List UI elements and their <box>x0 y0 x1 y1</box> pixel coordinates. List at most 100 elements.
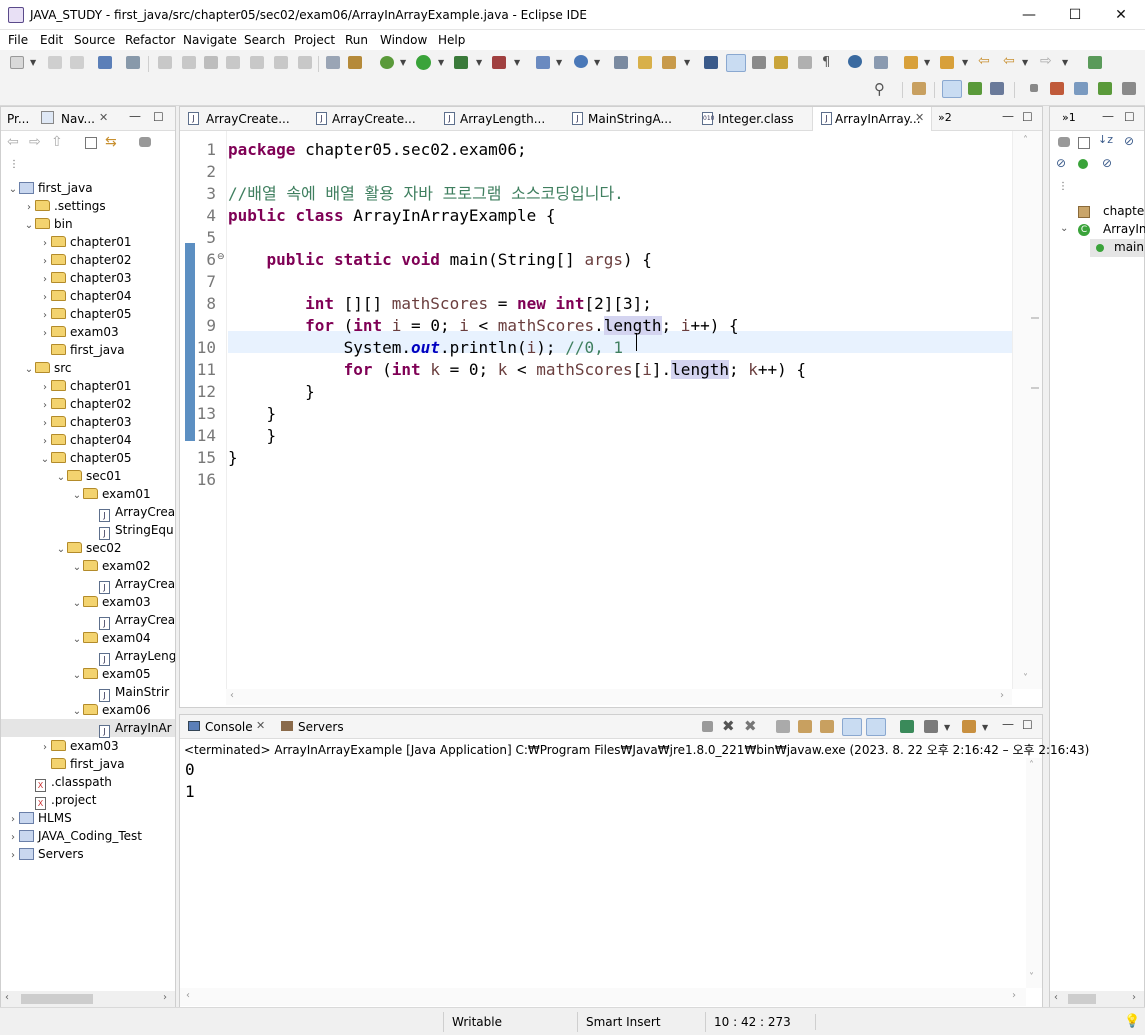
hide-static-icon[interactable]: ⊘ <box>1056 156 1066 170</box>
code-line[interactable]: package chapter05.sec02.exam06; <box>228 139 527 161</box>
menu-navigate[interactable]: Navigate <box>183 33 237 47</box>
horizontal-scrollbar[interactable]: ‹ › <box>180 988 1026 1006</box>
chevron-down-icon[interactable]: ▼ <box>1022 58 1028 67</box>
status-insert-mode[interactable]: Smart Insert <box>577 1012 705 1032</box>
scrollbar-thumb[interactable] <box>1068 994 1096 1004</box>
new-icon[interactable] <box>10 56 24 69</box>
code-line[interactable]: int [][] mathScores = new int[2][3]; <box>228 293 652 315</box>
grid-icon[interactable] <box>1122 82 1136 95</box>
minimize-view-icon[interactable]: — <box>129 109 141 123</box>
hide-fields-icon[interactable]: ⊘ <box>1124 134 1134 148</box>
code-line[interactable]: } <box>228 447 238 469</box>
chevron-down-icon[interactable]: ▼ <box>962 58 968 67</box>
layout-icon[interactable] <box>1074 82 1088 95</box>
sort-icon[interactable]: ↓z <box>1098 133 1113 146</box>
disconnect-icon[interactable] <box>226 56 240 69</box>
tree-item[interactable]: › chapter02 <box>1 251 175 269</box>
tree-item[interactable]: › chapter01 <box>1 233 175 251</box>
hide-local-types-icon[interactable]: ⊘ <box>1102 156 1112 170</box>
tab-navigator[interactable]: Nav... <box>61 108 95 130</box>
tab-servers[interactable]: Servers <box>298 716 344 738</box>
menu-file[interactable]: File <box>8 33 28 47</box>
tree-item[interactable]: ⌄ sec02 <box>1 539 175 557</box>
step-over-icon[interactable] <box>274 56 288 69</box>
terminate-icon[interactable] <box>702 721 713 732</box>
use-step-filters-icon[interactable] <box>326 56 340 69</box>
tree-item[interactable]: J MainStrir <box>1 683 175 702</box>
restore-icon[interactable] <box>1030 84 1038 92</box>
menu-refactor[interactable]: Refactor <box>125 33 175 47</box>
chevron-down-icon[interactable]: ▼ <box>556 58 562 67</box>
show-whitespace-icon[interactable] <box>798 56 812 69</box>
scroll-left-icon[interactable]: ‹ <box>230 690 234 701</box>
tree-item[interactable]: J ArrayLeng <box>1 647 175 666</box>
chevron-down-icon[interactable]: ▼ <box>514 58 520 67</box>
close-icon[interactable]: ✕ <box>915 111 924 124</box>
tree-item[interactable]: ⌄ exam04 <box>1 629 175 647</box>
status-cursor-position[interactable]: 10 : 42 : 273 <box>705 1012 815 1032</box>
new-java-project-icon[interactable] <box>536 56 550 69</box>
pilcrow-icon[interactable]: ¶ <box>822 55 830 70</box>
tree-item[interactable]: › Servers <box>1 845 175 863</box>
menu-run[interactable]: Run <box>345 33 368 47</box>
maximize-view-icon[interactable]: ☐ <box>1124 110 1135 124</box>
maximize-view-icon[interactable]: ☐ <box>1022 718 1033 732</box>
close-button[interactable]: ✕ <box>1098 0 1144 30</box>
drag-handle-icon[interactable]: ⋮ <box>9 159 19 170</box>
chevron-down-icon[interactable]: ▼ <box>1062 58 1068 67</box>
minimize-view-icon[interactable]: — <box>1102 109 1114 123</box>
coverage-icon[interactable] <box>348 56 362 69</box>
debug-icon[interactable] <box>380 56 394 69</box>
vertical-scrollbar[interactable]: ˄ ˅ <box>1026 758 1042 988</box>
code-line[interactable]: for (int k = 0; k < mathScores[i].length… <box>228 359 806 381</box>
tree-item[interactable]: › exam03 <box>1 737 175 755</box>
pin-editor-icon[interactable] <box>874 56 888 69</box>
tree-item[interactable]: › chapter04 <box>1 431 175 449</box>
editor-tab-2[interactable]: J ArrayCreate... <box>308 107 436 131</box>
back-icon[interactable]: ⇦ <box>7 134 19 150</box>
scroll-up-icon[interactable]: ˄ <box>1023 135 1028 146</box>
scroll-left-icon[interactable]: ‹ <box>5 992 9 1003</box>
menu-help[interactable]: Help <box>438 33 465 47</box>
next-annotation-icon[interactable] <box>904 56 918 69</box>
forward-icon[interactable]: ⇨ <box>29 134 41 150</box>
tree-item[interactable]: › chapter05 <box>1 305 175 323</box>
resume-icon[interactable] <box>158 56 172 69</box>
last-edit-location-icon[interactable]: ⇦ <box>978 53 990 69</box>
word-wrap-icon[interactable] <box>820 720 834 733</box>
minimize-button[interactable]: — <box>1006 0 1052 30</box>
tree-item[interactable]: X .project <box>1 791 175 810</box>
show-stderr-icon[interactable] <box>866 718 886 736</box>
back-icon[interactable]: ⇦ <box>1003 53 1015 69</box>
horizontal-scrollbar[interactable]: ‹ › <box>226 689 1012 705</box>
code-line[interactable]: //배열 속에 배열 활용 자바 프로그램 소스코딩입니다. <box>228 183 624 205</box>
tree-item[interactable]: › JAVA_Coding_Test <box>1 827 175 845</box>
scroll-right-icon[interactable]: › <box>163 992 167 1003</box>
code-line[interactable]: public static void main(String[] args) { <box>228 249 652 271</box>
menu-project[interactable]: Project <box>294 33 335 47</box>
maximize-view-icon[interactable]: ☐ <box>153 110 164 124</box>
outline-item-method[interactable]: main <box>1090 239 1144 257</box>
close-icon[interactable]: ✕ <box>99 111 108 124</box>
scroll-right-icon[interactable]: › <box>1012 990 1016 1001</box>
up-icon[interactable]: ⇧ <box>51 134 63 150</box>
step-return-icon[interactable] <box>298 56 312 69</box>
save-icon[interactable] <box>48 56 62 69</box>
outline-tab-overflow[interactable]: »1 <box>1062 111 1076 124</box>
chevron-right-icon[interactable]: › <box>7 847 19 865</box>
editor-tab-4[interactable]: J MainStringA... <box>564 107 694 131</box>
tree-item[interactable]: ⌄ sec01 <box>1 467 175 485</box>
scroll-down-icon[interactable]: ˅ <box>1029 972 1034 983</box>
tree-item[interactable]: ⌄ exam01 <box>1 485 175 503</box>
block-selection-icon[interactable] <box>752 56 766 69</box>
chevron-down-icon[interactable]: ⌄ <box>1060 223 1068 234</box>
chevron-down-icon[interactable]: ▼ <box>684 58 690 67</box>
scroll-down-icon[interactable]: ˅ <box>1023 673 1028 684</box>
editor-body[interactable]: ⊖ 1 package chapter05.sec02.exam06; 2 3//배열… <box>180 131 1042 707</box>
code-line[interactable]: for (int i = 0; i < mathScores.length; i… <box>228 315 739 337</box>
code-area[interactable]: 1 package chapter05.sec02.exam06; 2 3 //배열 속… <box>180 131 1012 689</box>
scroll-lock-icon[interactable] <box>798 720 812 733</box>
tree-item[interactable]: first_java <box>1 341 175 359</box>
chevron-down-icon[interactable]: ▼ <box>438 58 444 67</box>
search-tool-icon[interactable] <box>662 56 676 69</box>
